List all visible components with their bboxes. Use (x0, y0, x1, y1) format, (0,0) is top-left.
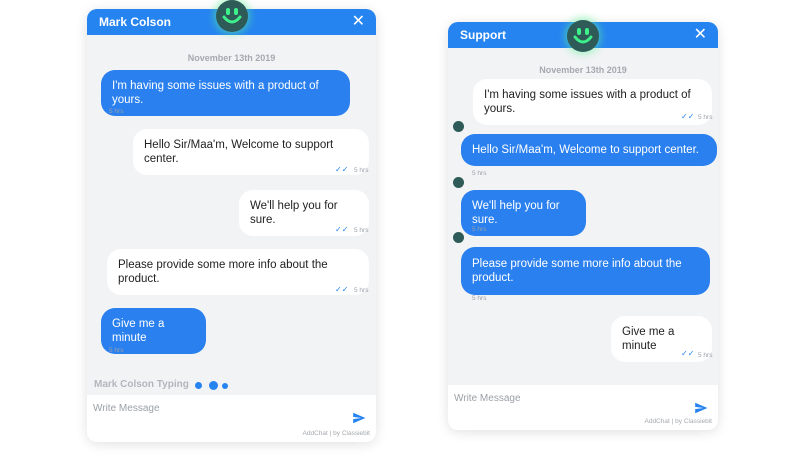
typing-dot (222, 383, 228, 389)
message-time: 5 hrs (354, 227, 369, 234)
message-time: 5 hrs (354, 287, 369, 294)
send-icon[interactable] (694, 401, 708, 415)
chat-header-title: Support (460, 28, 506, 42)
message-bubble: Give me a minute (611, 316, 712, 362)
message-time: 5 hrs (472, 170, 487, 177)
smiley-face-icon (453, 232, 464, 243)
message-bubble: Please provide some more info about the … (461, 247, 710, 295)
send-icon[interactable] (352, 411, 366, 425)
message-composer: AddChat | by Classiebit (448, 385, 718, 430)
close-icon[interactable]: ✕ (694, 25, 707, 45)
smiley-face-icon (453, 177, 464, 188)
message-time: 5 hrs (354, 167, 369, 174)
double-check-icon: ✓✓ (681, 349, 695, 358)
chat-widget-support: Support ✕ November 13th 2019 I'm having … (448, 20, 718, 430)
message-bubble: I'm having some issues with a product of… (101, 70, 350, 116)
double-check-icon: ✓✓ (335, 225, 349, 234)
message-bubble: Hello Sir/Maa'm, Welcome to support cent… (133, 129, 369, 175)
double-check-icon: ✓✓ (681, 112, 695, 121)
message-input[interactable] (454, 393, 654, 404)
message-input[interactable] (93, 403, 293, 414)
smiley-face-icon (567, 20, 599, 52)
message-bubble: We'll help you for sure. (239, 190, 369, 236)
chat-header-title: Mark Colson (99, 15, 172, 29)
typing-indicator-text: Mark Colson Typing (94, 379, 189, 390)
date-divider: November 13th 2019 (187, 53, 276, 63)
date-divider: November 13th 2019 (539, 65, 627, 75)
smiley-face-icon (453, 121, 464, 132)
smiley-face-icon (215, 0, 248, 32)
message-bubble: Please provide some more info about the … (107, 249, 369, 295)
message-composer: AddChat | by Classiebit (87, 395, 376, 442)
typing-dot (195, 382, 202, 389)
message-bubble: I'm having some issues with a product of… (473, 79, 712, 125)
typing-dot (209, 381, 218, 390)
message-time: 5 hrs (472, 295, 487, 302)
message-time: 5 hrs (109, 108, 124, 115)
double-check-icon: ✓✓ (335, 285, 349, 294)
message-time: 5 hrs (698, 352, 713, 359)
close-icon[interactable]: ✕ (352, 12, 365, 32)
message-bubble: Hello Sir/Maa'm, Welcome to support cent… (461, 134, 717, 166)
chat-widget-user: Mark Colson ✕ November 13th 2019 I'm hav… (87, 0, 376, 442)
powered-by-text: AddChat | by Classiebit (644, 418, 712, 425)
message-time: 5 hrs (698, 114, 713, 121)
powered-by-text: AddChat | by Classiebit (302, 430, 370, 437)
message-time: 5 hrs (472, 226, 487, 233)
message-time: 5 hrs (109, 347, 124, 354)
double-check-icon: ✓✓ (335, 165, 349, 174)
